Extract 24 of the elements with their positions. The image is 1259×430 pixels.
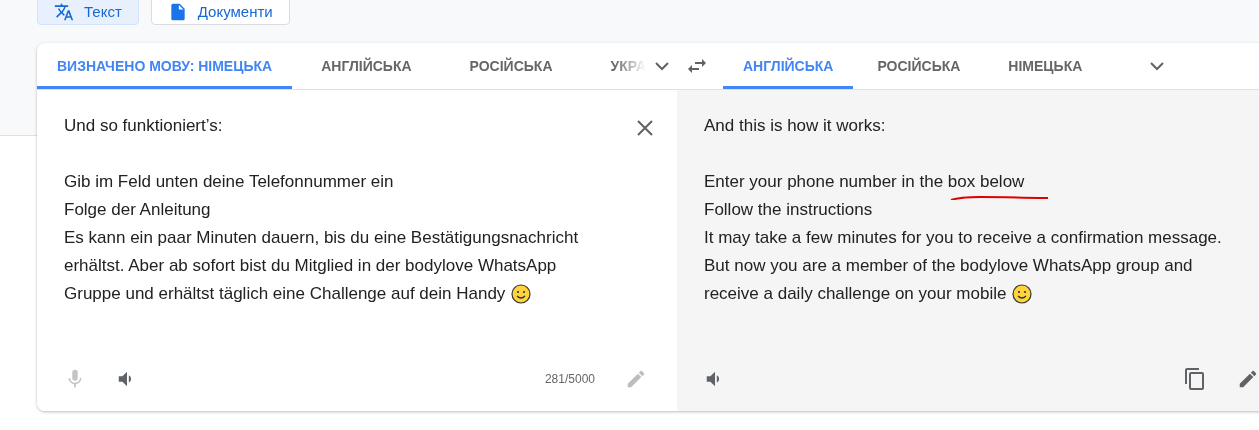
source-text-line: Gib im Feld unten deine Telefonnummer ein: [64, 171, 394, 193]
language-tab[interactable]: АНГЛІЙСЬКА: [292, 43, 441, 89]
target-text-line: Enter your phone number in the box below: [704, 171, 1025, 193]
source-text-line: erhältst. Aber ab sofort bist du Mitglied in der bodylove WhatsApp: [64, 255, 557, 277]
translate-icon: [54, 1, 74, 22]
mode-button[interactable]: Текст: [37, 0, 139, 25]
source-text-line: Es kann ein paar Minuten dauern, bis du eine Bestätigungsnachricht: [64, 227, 579, 249]
mode-button[interactable]: Документи: [150, 0, 290, 25]
pencil-icon[interactable]: [1237, 368, 1259, 390]
copy-icon[interactable]: [1183, 367, 1207, 391]
source-text-line: Folge der Anleitung: [64, 199, 211, 221]
language-tab[interactable]: РОСІЙСЬКА: [440, 43, 582, 89]
target-text-line: Follow the instructions: [704, 199, 873, 221]
target-text-line: And this is how it works:: [704, 115, 886, 137]
smiley-icon: [511, 284, 532, 304]
source-text-line: Und so funktioniert’s:: [64, 115, 223, 137]
source-text-line: Gruppe und erhältst täglich eine Challenge auf dein Handy: [64, 283, 506, 305]
target-text-line: receive a daily challenge on your mobile: [704, 283, 1007, 305]
smiley-icon: [1012, 284, 1033, 304]
character-count: 281/5000: [544, 372, 595, 386]
language-tab[interactable]: НІМЕЦЬКА: [984, 43, 1107, 89]
language-tab[interactable]: РОСІЙСЬКА: [853, 43, 985, 89]
target-text-line: But now you are a member of the bodylove WhatsApp group and: [704, 255, 1193, 277]
target-text-line: It may take a few minutes for you to receive a confirmation message.: [704, 227, 1222, 249]
